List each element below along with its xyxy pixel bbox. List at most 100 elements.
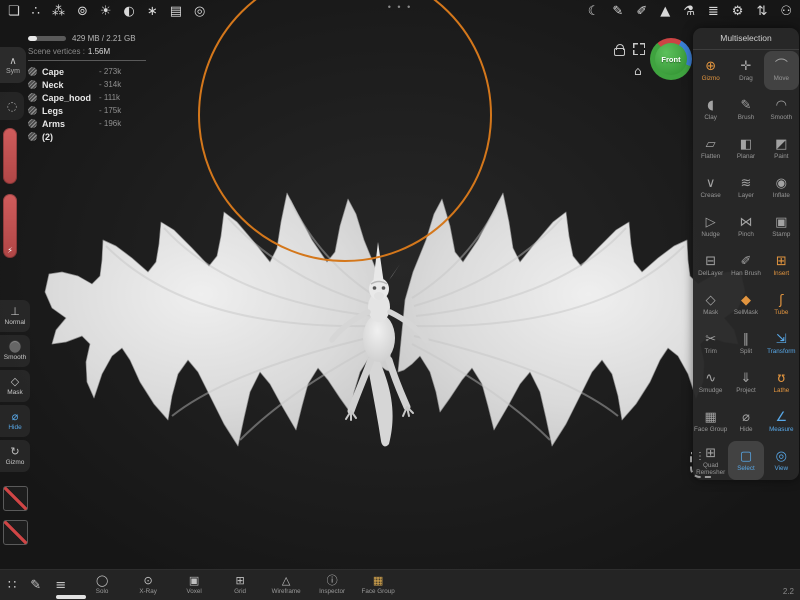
left-tool-button[interactable]: ⊥ Normal (0, 300, 30, 332)
tool-cell[interactable]: ✐ Han Brush (728, 246, 763, 285)
left-tool-button[interactable]: ↻ Gizmo (0, 440, 30, 472)
camera-icon[interactable]: ◎ (194, 0, 205, 24)
stylus-icon[interactable]: ✐ (636, 0, 647, 24)
inspector-toggle[interactable]: ⓘ Inspector (314, 575, 350, 596)
tool-cell[interactable]: ◩ Paint (764, 129, 799, 168)
tool-cell[interactable]: ◠ Smooth (764, 90, 799, 129)
falloff-button[interactable]: ◌ (0, 92, 24, 120)
color-swatch[interactable] (3, 486, 28, 511)
symmetry-button[interactable]: ∧ Sym (0, 47, 26, 83)
scene-item[interactable]: Cape_hood - 111k (28, 91, 146, 104)
material-swatch[interactable] (3, 520, 28, 545)
tool-cell[interactable]: ⋈ Pinch (728, 207, 763, 246)
prism-icon[interactable]: ▲ (660, 0, 670, 24)
settings-gear-icon[interactable]: ⚙ (732, 0, 744, 24)
sliders-icon[interactable]: ⇅ (756, 0, 767, 24)
wireframe-toggle[interactable]: △ Wireframe (268, 575, 304, 596)
tool-cell[interactable]: ⌀ Hide (728, 402, 763, 441)
home-icon[interactable]: ⌂ (634, 64, 642, 78)
tool-cell[interactable]: ✛ Drag (728, 51, 763, 90)
scene-item[interactable]: Cape - 273k (28, 65, 146, 78)
vertices-label: Scene vertices : (28, 47, 85, 56)
pencil-icon[interactable]: ✎ (30, 578, 41, 593)
tool-cell[interactable]: ⊕ Gizmo (693, 51, 728, 90)
left-tool-button[interactable]: ● Smooth (0, 335, 30, 367)
drag-handle-icon[interactable]: ∷ (8, 578, 16, 593)
tool-cell[interactable]: ⇲ Transform (764, 324, 799, 363)
tool-cell[interactable]: ✎ Brush (728, 90, 763, 129)
layers-icon[interactable]: ≣ (708, 0, 719, 24)
pencil-icon[interactable]: ✎ (612, 0, 623, 24)
tool-cell[interactable]: ▢ Select (728, 441, 764, 480)
matcap-moon-icon[interactable]: ☾ (588, 0, 600, 24)
panel-title: Multiselection (693, 28, 799, 50)
symmetry-icon: ∧ (9, 55, 17, 67)
top-toolbar-right: ☾ ✎ ✐ ▲ ⚗ ≣ ⚙ ⇅ ⚇ (588, 0, 792, 24)
fullscreen-icon[interactable] (633, 43, 645, 55)
folder-icon[interactable]: ❏ (8, 0, 20, 24)
community-icon[interactable]: ⚇ (780, 0, 792, 24)
tool-cell[interactable]: ∨ Crease (693, 168, 728, 207)
lock-icon[interactable] (614, 44, 625, 56)
postprocess-icon[interactable]: ∗ (147, 0, 158, 24)
left-tool-button[interactable]: ⌀ Hide (0, 405, 30, 437)
solo-toggle[interactable]: ◯ Solo (84, 575, 120, 596)
left-tool-shortcuts: ⊥ Normal ● Smooth ◇ Mask ⌀ Hide ↻ Gizmo (0, 300, 30, 475)
tool-cell[interactable]: ⊞ Insert (764, 246, 799, 285)
mesh-icon (28, 67, 37, 76)
version-label: 2.2 (782, 587, 794, 596)
tool-cell[interactable]: ⊟ DelLayer (693, 246, 728, 285)
tool-cell[interactable]: ⌒ Move (763, 51, 799, 90)
tool-cell[interactable]: ◎ View (764, 441, 799, 480)
tool-cell[interactable]: ʊ Lathe (764, 363, 799, 402)
scene-item[interactable]: (2) (28, 130, 146, 143)
tool-cell[interactable]: ▷ Nudge (693, 207, 728, 246)
vertices-value: 1.56M (87, 47, 111, 56)
radius-slider[interactable] (3, 128, 17, 184)
scene-item[interactable]: Legs - 175k (28, 104, 146, 117)
view-direction-label: Front (655, 43, 687, 75)
lab-flask-icon[interactable]: ⚗ (683, 0, 695, 24)
material-sphere-icon[interactable]: ◐ (124, 0, 135, 24)
tool-cell[interactable]: ◇ Mask (693, 285, 728, 324)
intensity-slider[interactable]: ⚡ (3, 194, 17, 258)
bottom-lead-icons: ∷ ✎ ≡ (8, 578, 66, 593)
intensity-bolt-icon: ⚡ (7, 246, 13, 255)
background-image-icon[interactable]: ▤ (170, 0, 182, 24)
collapsed-panel-indicator[interactable]: ⋮ (690, 452, 714, 478)
tool-cell[interactable]: ▱ Flatten (693, 129, 728, 168)
tool-cell[interactable]: ✂ Trim (693, 324, 728, 363)
tool-cell[interactable]: ⇓ Project (728, 363, 763, 402)
grid-toggle[interactable]: ⊞ Grid (222, 575, 258, 596)
memory-meter (28, 36, 66, 41)
scene-item[interactable]: Neck - 314k (28, 78, 146, 91)
voxel-toggle[interactable]: ▣ Voxel (176, 575, 212, 596)
tool-cell[interactable]: ∠ Measure (764, 402, 799, 441)
tool-cell[interactable]: ≋ Layer (728, 168, 763, 207)
tool-cell[interactable]: ◆ SelMask (728, 285, 763, 324)
scene-graph-icon[interactable]: ∴ (32, 0, 40, 24)
tool-cell[interactable]: ◉ Inflate (764, 168, 799, 207)
lighting-sun-icon[interactable]: ☀ (100, 0, 112, 24)
objects-spheres-icon[interactable]: ⁂ (52, 0, 65, 24)
more-options-dots[interactable]: • • • (388, 0, 412, 14)
tool-cell[interactable]: ▦ Face Group (693, 402, 728, 441)
stats-panel: 429 MB / 2.21 GB Scene vertices : 1.56M (28, 33, 158, 57)
bottom-toolbar: ∷ ✎ ≡ ◯ Solo ⊙ X-Ray ▣ Voxel ⊞ Grid △ Wi… (0, 569, 800, 600)
tool-cell[interactable]: ◖ Clay (693, 90, 728, 129)
tool-cell[interactable]: ◧ Planar (728, 129, 763, 168)
left-tool-button[interactable]: ◇ Mask (0, 370, 30, 402)
tool-cell[interactable]: ▣ Stamp (764, 207, 799, 246)
facegroup-toggle[interactable]: ▦ Face Group (360, 575, 396, 596)
tool-cell[interactable]: ʃ Tube (764, 285, 799, 324)
tool-grid: ⊕ Gizmo ✛ Drag ⌒ Move ◖ Clay ✎ Brush ◠ S… (693, 50, 799, 480)
scene-item[interactable]: Arms - 196k (28, 117, 146, 130)
menu-list-icon[interactable]: ≡ (55, 578, 66, 593)
xray-toggle[interactable]: ⊙ X-Ray (130, 575, 166, 596)
home-indicator (56, 595, 86, 599)
orientation-gizmo[interactable]: Front (650, 38, 692, 80)
tool-cell[interactable]: ∿ Smudge (693, 363, 728, 402)
tool-cell[interactable]: ∥ Split (728, 324, 763, 363)
environment-icon[interactable]: ⊚ (77, 0, 88, 24)
mesh-icon (28, 106, 37, 115)
